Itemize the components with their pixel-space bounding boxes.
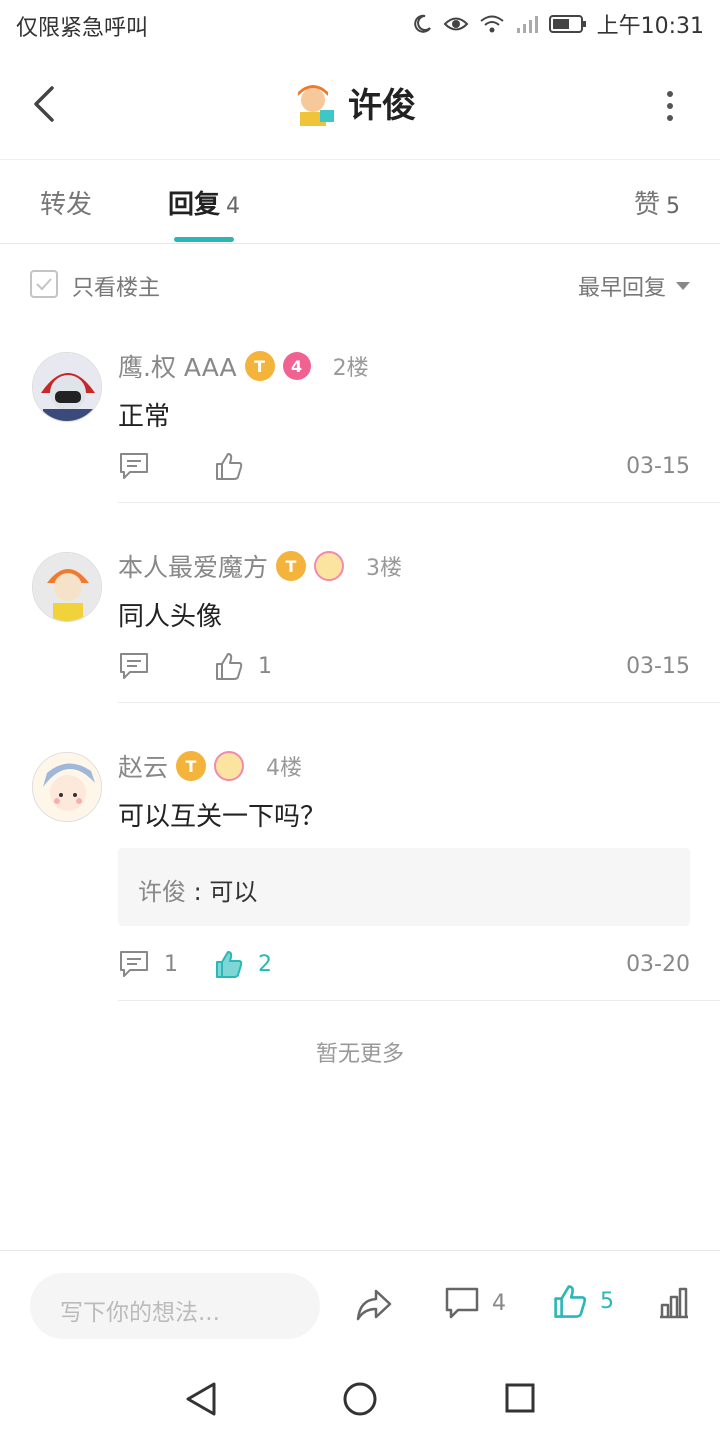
system-nav-bar bbox=[0, 1360, 720, 1440]
sub-reply[interactable]: 许俊 : 可以 bbox=[118, 848, 690, 926]
like-count: 2 bbox=[258, 951, 272, 977]
sub-reply-separator: : bbox=[186, 878, 210, 906]
caret-down-icon bbox=[676, 282, 690, 290]
floor-number: 3楼 bbox=[366, 556, 403, 581]
user-name[interactable]: 鹰.权 AAA bbox=[118, 348, 237, 384]
thumbs-up-icon bbox=[216, 453, 243, 480]
floor-number: 2楼 bbox=[332, 356, 369, 381]
tab-reply-label: 回复 bbox=[168, 190, 221, 220]
avatar[interactable] bbox=[32, 352, 102, 422]
nav-back-icon[interactable] bbox=[184, 1380, 218, 1418]
wifi-icon bbox=[479, 15, 504, 33]
clock: 上午10:31 bbox=[596, 14, 704, 39]
avatar[interactable] bbox=[32, 752, 102, 822]
divider bbox=[118, 1000, 720, 1001]
reply-name-line: 赵云 T 4楼 bbox=[118, 748, 302, 784]
reply-date: 03-15 bbox=[626, 653, 690, 679]
moon-icon bbox=[413, 14, 431, 33]
reply-item: 本人最爱魔方 T 3楼 同人头像 1 03-15 bbox=[0, 524, 720, 704]
character-badge-icon bbox=[214, 751, 245, 781]
status-bar: 仅限紧急呼叫 上午10:31 bbox=[0, 0, 720, 50]
share-icon[interactable] bbox=[354, 1285, 394, 1325]
signal-icon bbox=[516, 16, 538, 33]
status-icons: 上午10:31 bbox=[411, 8, 704, 40]
thumbs-up-filled-icon bbox=[216, 951, 243, 978]
like-button[interactable]: 2 bbox=[214, 949, 374, 979]
comment-count: 1 bbox=[164, 951, 178, 977]
like-button[interactable] bbox=[214, 451, 374, 481]
comment-icon bbox=[120, 453, 148, 479]
comment-icon bbox=[120, 951, 148, 977]
tab-like-count: 5 bbox=[666, 194, 680, 219]
tab-like[interactable]: 赞5 bbox=[634, 184, 680, 221]
header: 许俊 bbox=[0, 50, 720, 160]
user-name[interactable]: 本人最爱魔方 bbox=[118, 548, 268, 584]
floor-number: 4楼 bbox=[266, 756, 303, 781]
chevron-left-icon[interactable] bbox=[24, 80, 64, 128]
level-badge-icon: 4 bbox=[282, 352, 311, 380]
reply-actions: 03-15 bbox=[118, 446, 690, 486]
sub-reply-text: 可以 bbox=[209, 878, 258, 906]
reply-name-line: 鹰.权 AAA T 4 2楼 bbox=[118, 348, 369, 384]
thumbs-up-icon bbox=[216, 653, 243, 680]
bottom-like-button[interactable]: 5 bbox=[552, 1283, 614, 1319]
tab-reply[interactable]: 回复 4 bbox=[168, 184, 240, 221]
carrier-status: 仅限紧急呼叫 bbox=[16, 16, 149, 41]
reply-content: 同人头像 bbox=[118, 602, 223, 632]
reply-actions: 1 2 03-20 bbox=[118, 944, 690, 984]
tab-reply-count: 4 bbox=[226, 194, 241, 219]
filter-row: 只看楼主 最早回复 bbox=[0, 244, 720, 324]
no-more-text: 暂无更多 bbox=[315, 1042, 404, 1067]
title-group: 许俊 bbox=[290, 78, 416, 127]
reply-actions: 1 03-15 bbox=[118, 646, 690, 686]
reply-item: 鹰.权 AAA T 4 2楼 正常 03-15 bbox=[0, 324, 720, 504]
comment-button[interactable] bbox=[118, 451, 214, 481]
sub-reply-author[interactable]: 许俊 bbox=[138, 878, 186, 906]
reply-date: 03-20 bbox=[626, 951, 690, 977]
like-count: 1 bbox=[258, 653, 272, 679]
reply-content: 可以互关一下吗？ bbox=[118, 802, 327, 832]
stats-chart-icon[interactable] bbox=[656, 1285, 692, 1321]
sort-label: 最早回复 bbox=[577, 276, 666, 301]
more-vertical-icon[interactable] bbox=[660, 88, 680, 124]
character-badge-icon bbox=[314, 551, 345, 581]
sort-dropdown[interactable]: 最早回复 bbox=[578, 270, 690, 302]
comment-button[interactable] bbox=[118, 651, 214, 681]
bottom-like-count: 5 bbox=[600, 1288, 614, 1314]
bottom-action-bar: 写下你的想法... 4 5 bbox=[0, 1250, 720, 1360]
tab-forward-label: 转发 bbox=[40, 190, 93, 220]
avatar[interactable] bbox=[32, 552, 102, 622]
reply-content: 正常 bbox=[118, 402, 171, 432]
only-op-checkbox[interactable] bbox=[30, 270, 58, 298]
tier-badge-icon: T bbox=[276, 551, 307, 581]
reply-item: 赵云 T 4楼 可以互关一下吗？ 许俊 : 可以 1 2 03-20 bbox=[0, 724, 720, 1002]
tab-active-indicator bbox=[174, 237, 234, 242]
thumbs-up-icon bbox=[554, 1285, 587, 1318]
nav-recent-apps-icon[interactable] bbox=[504, 1382, 536, 1414]
reply-name-line: 本人最爱魔方 T 3楼 bbox=[118, 548, 402, 584]
tab-forward[interactable]: 转发 bbox=[40, 184, 92, 221]
like-button[interactable]: 1 bbox=[214, 651, 374, 681]
divider bbox=[118, 702, 720, 703]
tab-bar: 转发 回复 4 赞5 bbox=[0, 160, 720, 244]
tier-badge-icon: T bbox=[176, 751, 207, 781]
bottom-comment-count: 4 bbox=[492, 1290, 506, 1316]
tab-like-label: 赞 bbox=[633, 190, 660, 220]
bottom-comment-button[interactable]: 4 bbox=[444, 1285, 506, 1321]
comment-input[interactable]: 写下你的想法... bbox=[30, 1273, 320, 1339]
comment-icon bbox=[120, 653, 148, 679]
nav-home-icon[interactable] bbox=[342, 1380, 378, 1418]
divider bbox=[118, 502, 720, 503]
battery-icon bbox=[548, 15, 586, 33]
only-op-label[interactable]: 只看楼主 bbox=[72, 270, 160, 302]
user-avatar[interactable] bbox=[290, 79, 336, 126]
comment-button[interactable]: 1 bbox=[118, 949, 214, 979]
user-name[interactable]: 赵云 bbox=[118, 748, 168, 784]
eye-icon bbox=[443, 17, 469, 31]
page-title: 许俊 bbox=[348, 86, 416, 126]
comment-icon bbox=[445, 1287, 479, 1319]
tier-badge-icon: T bbox=[244, 351, 275, 381]
reply-date: 03-15 bbox=[626, 453, 690, 479]
